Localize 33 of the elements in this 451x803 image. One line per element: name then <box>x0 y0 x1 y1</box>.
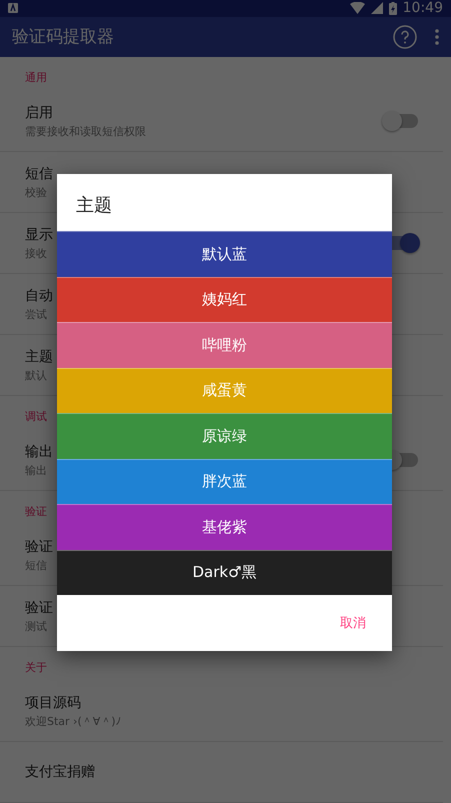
theme-option[interactable]: 胖次蓝 <box>57 458 392 504</box>
theme-option[interactable]: 哔哩粉 <box>57 322 392 368</box>
theme-option[interactable]: 默认蓝 <box>57 231 392 276</box>
item-title: 主题 <box>25 348 53 366</box>
item-title: 显示 <box>25 226 53 244</box>
item-title: 启用 <box>25 104 53 122</box>
more-menu-icon[interactable] <box>435 28 439 45</box>
wifi-icon <box>350 2 365 14</box>
theme-option[interactable]: 原谅绿 <box>57 413 392 458</box>
item-title: 短信 <box>25 164 53 182</box>
theme-option[interactable]: 姨妈红 <box>57 276 392 322</box>
settings-item[interactable]: 支付宝捐赠 <box>0 742 443 803</box>
help-icon[interactable] <box>393 24 417 49</box>
item-title: 项目源码 <box>25 694 81 712</box>
section-header: 通用 <box>24 70 48 86</box>
item-title: 验证 <box>25 598 53 616</box>
toggle-switch[interactable] <box>384 114 418 128</box>
theme-option[interactable]: Dark♂黑 <box>57 550 392 595</box>
signal-icon <box>370 2 383 14</box>
theme-option[interactable]: 咸蛋黄 <box>57 368 392 413</box>
dialog-title: 主题 <box>75 194 113 218</box>
item-title: 输出 <box>25 442 53 460</box>
notification-icon <box>8 3 18 14</box>
item-title: 自动 <box>25 286 53 304</box>
status-time: 10:49 <box>402 0 443 16</box>
item-title: 验证 <box>25 538 53 556</box>
section-header: 调试 <box>24 409 48 425</box>
item-title: 支付宝捐赠 <box>25 763 95 781</box>
app-title: 验证码提取器 <box>12 26 115 48</box>
theme-option[interactable]: 基佬紫 <box>57 504 392 550</box>
section-header: 关于 <box>24 660 48 676</box>
section-header: 验证 <box>24 504 48 520</box>
cancel-button[interactable]: 取消 <box>336 610 370 636</box>
